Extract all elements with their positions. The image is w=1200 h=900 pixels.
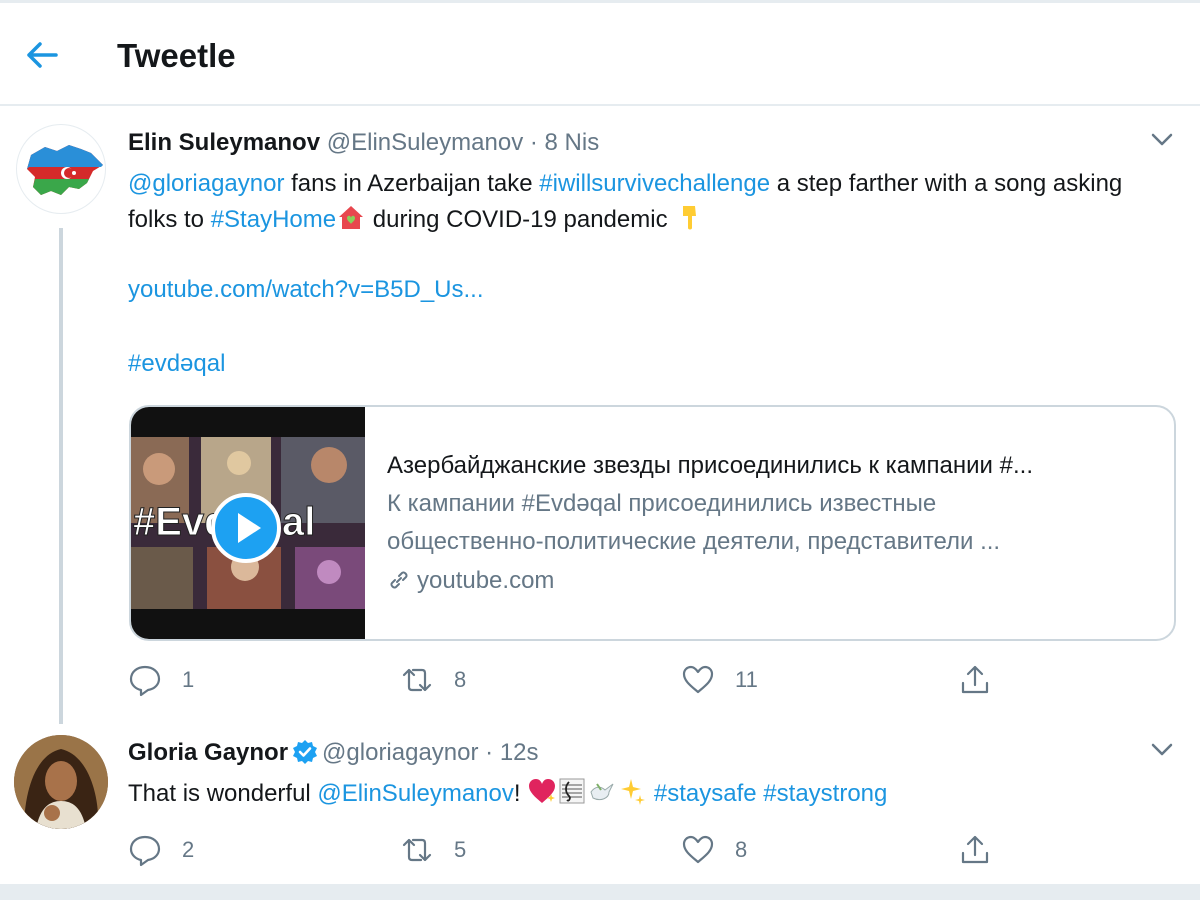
tweet-time[interactable]: 12s — [500, 739, 539, 766]
hashtag-link[interactable]: #staystrong — [763, 780, 887, 807]
card-description-line: общественно-политические деятели, предст… — [387, 528, 1001, 555]
separator-dot: · — [478, 739, 500, 766]
display-name[interactable]: Gloria Gaynor — [128, 739, 288, 766]
retweet-button[interactable]: 8 — [400, 662, 466, 698]
reply-icon — [129, 835, 161, 867]
thread-connector-line — [59, 228, 63, 724]
reply-count: 2 — [182, 837, 195, 862]
chevron-down-icon — [1151, 743, 1173, 756]
like-count: 11 — [735, 667, 758, 692]
video-thumbnail[interactable]: #EvdəQal — [131, 407, 365, 639]
house-with-heart-emoji-icon — [339, 206, 364, 229]
user-handle[interactable]: @gloriagaynor — [322, 739, 478, 766]
hashtag-link[interactable]: #iwillsurvivechallenge — [539, 170, 770, 197]
like-count: 8 — [735, 837, 748, 862]
chevron-down-icon — [1151, 133, 1173, 146]
tweet-text-part: during COVID-19 pandemic — [366, 206, 675, 233]
tweet-text: @gloriagaynor fans in Azerbaijan take #i… — [128, 166, 1168, 238]
tweet-text: That is wonderful @ElinSuleymanov! #stay… — [128, 776, 1168, 812]
link-preview-card[interactable]: #EvdəQal Азербайджанские звезды присоеди… — [129, 405, 1176, 641]
back-button[interactable] — [22, 35, 62, 75]
hashtag-link[interactable]: #staysafe — [654, 780, 757, 807]
tweet-header: Gloria Gaynor @gloriagaynor · 12s — [128, 739, 539, 767]
verified-badge-icon — [293, 740, 318, 764]
pointing-down-emoji-icon — [683, 206, 697, 230]
share-button[interactable] — [958, 662, 992, 698]
retweet-count: 5 — [454, 837, 467, 862]
retweet-count: 8 — [454, 667, 467, 692]
profile-photo-image — [14, 735, 108, 829]
sparkles-emoji-icon — [621, 779, 646, 805]
tweet-text-part: ! — [513, 780, 528, 807]
tweet-menu-button[interactable] — [1148, 736, 1176, 764]
card-domain-text: youtube.com — [417, 567, 555, 594]
azerbaijan-map-flag-image — [27, 145, 103, 195]
display-name[interactable]: Elin Suleymanov — [128, 129, 320, 156]
tweet-header: Elin Suleymanov @ElinSuleymanov · 8 Nis — [128, 129, 599, 157]
share-button[interactable] — [958, 832, 992, 868]
user-handle[interactable]: @ElinSuleymanov — [327, 129, 523, 156]
tweet-actions: 2 5 8 — [128, 832, 1028, 868]
reply-icon — [129, 665, 161, 697]
dove-emoji-icon — [590, 783, 614, 801]
tweet-text-part — [647, 780, 654, 807]
separator-dot: · — [523, 129, 545, 156]
tweet-text-part: fans in Azerbaijan take — [284, 170, 540, 197]
like-button[interactable]: 8 — [681, 832, 747, 868]
arrow-left-icon — [27, 42, 58, 68]
card-title: Азербайджанские звезды присоединились к … — [387, 452, 1033, 479]
mention-link[interactable]: @ElinSuleymanov — [317, 780, 513, 807]
musical-score-emoji-icon — [559, 778, 585, 804]
heart-icon — [682, 665, 714, 694]
tweet-menu-button[interactable] — [1148, 126, 1176, 154]
retweet-icon — [402, 838, 432, 862]
card-description: К кампании #Evdəqal присоединились извес… — [387, 485, 1167, 561]
tweet-time[interactable]: 8 Nis — [545, 129, 600, 156]
like-button[interactable]: 11 — [681, 662, 758, 698]
tweet-text-part: That is wonderful — [128, 780, 318, 807]
avatar[interactable] — [14, 735, 108, 829]
reply-count: 1 — [182, 667, 195, 692]
heart-icon — [682, 835, 714, 864]
hashtag-link[interactable]: #StayHome — [211, 206, 336, 233]
card-description-line: К кампании #Evdəqal присоединились извес… — [387, 490, 937, 517]
top-header: Tweetle — [0, 0, 1200, 106]
reply-button[interactable]: 1 — [128, 662, 194, 698]
tweet-actions: 1 8 11 — [128, 662, 1028, 698]
retweet-icon — [402, 668, 432, 692]
avatar[interactable] — [16, 124, 106, 214]
tweet-url-link[interactable]: youtube.com/watch?v=B5D_Us... — [128, 276, 484, 304]
card-body: Азербайджанские звезды присоединились к … — [387, 449, 1167, 599]
reply-button[interactable]: 2 — [128, 832, 194, 868]
mention-link[interactable]: @gloriagaynor — [128, 170, 284, 197]
retweet-button[interactable]: 5 — [400, 832, 466, 868]
share-icon — [961, 665, 989, 694]
card-domain: youtube.com — [387, 563, 1167, 599]
share-icon — [961, 835, 989, 864]
page-title: Tweetle — [117, 37, 236, 74]
hashtag-link[interactable]: #evdəqal — [128, 350, 225, 378]
play-icon[interactable] — [211, 493, 281, 563]
sparkling-heart-emoji-icon — [529, 779, 556, 803]
link-icon — [390, 571, 408, 589]
bottom-divider — [0, 884, 1200, 900]
